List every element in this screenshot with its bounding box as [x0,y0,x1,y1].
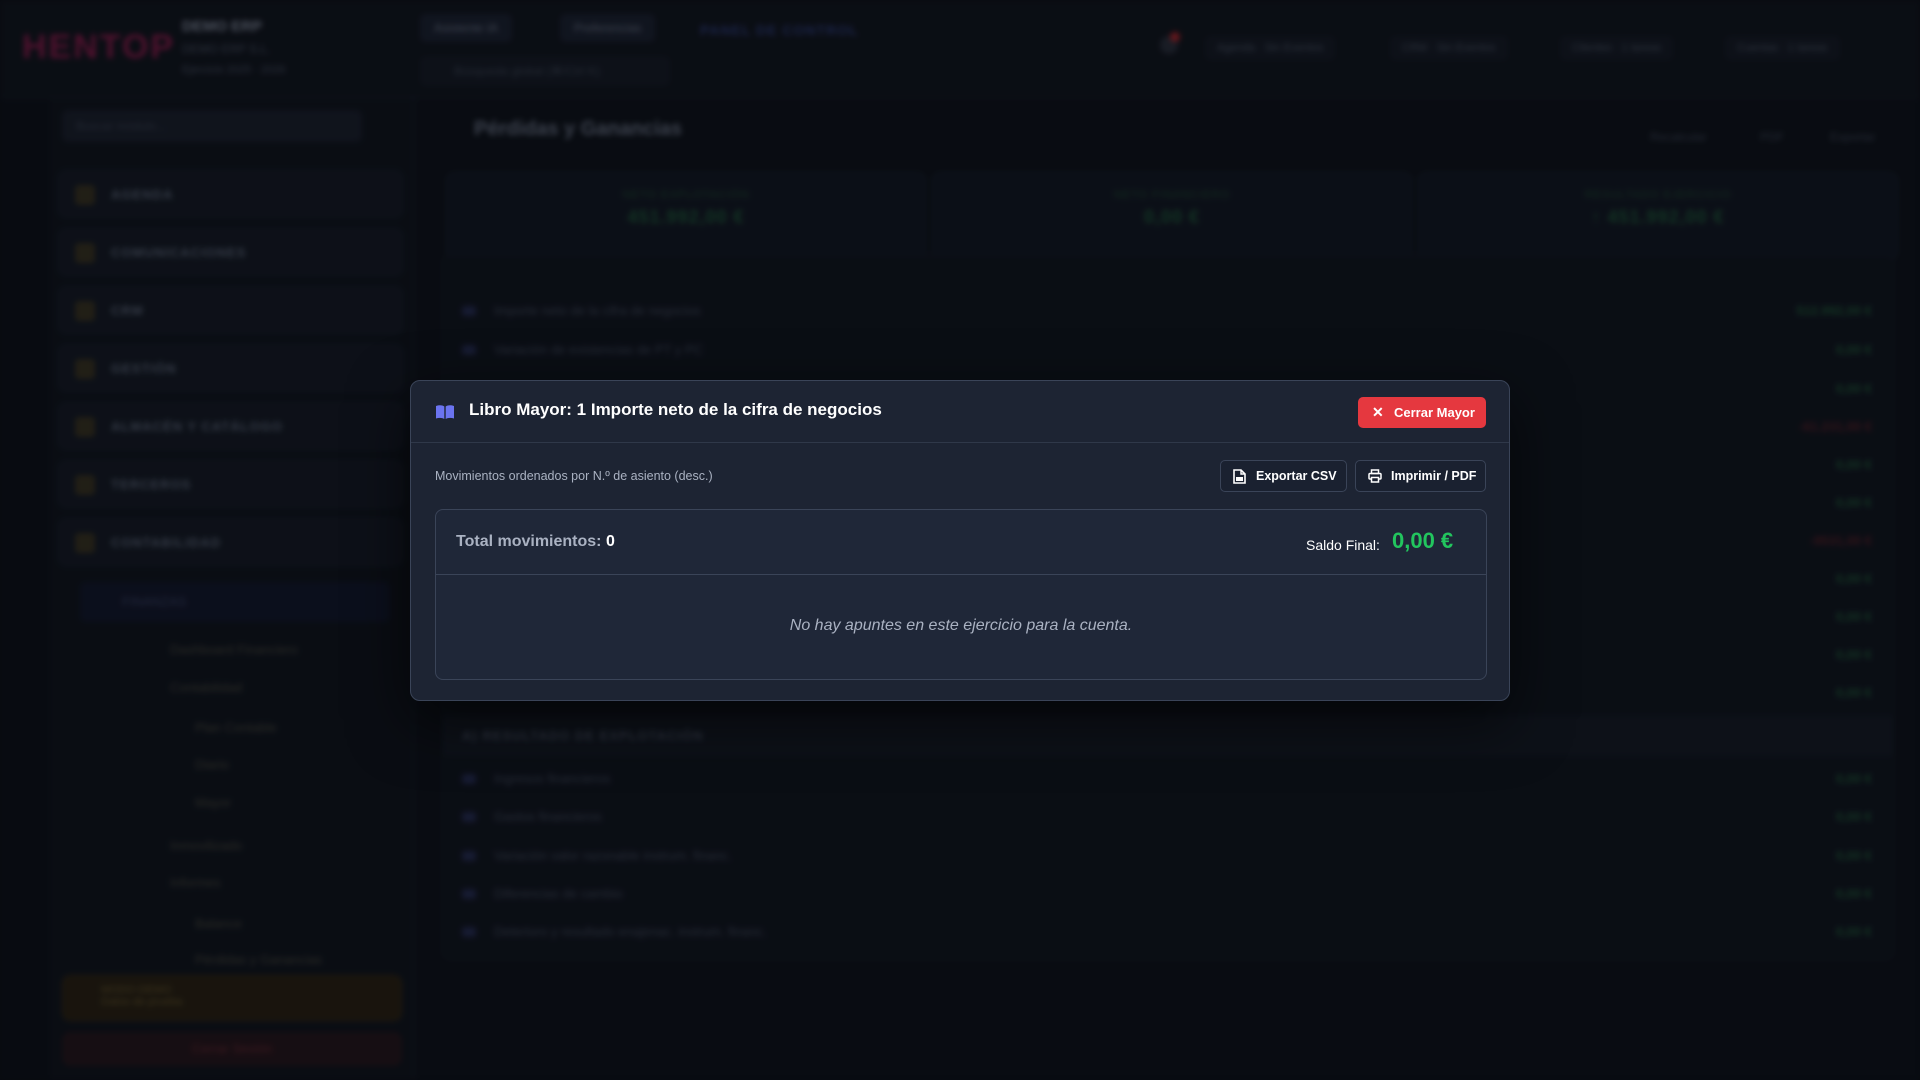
book-open-icon [436,405,454,419]
close-icon: ✕ [1372,404,1384,420]
ledger-panel: Total movimientos: 0 Saldo Final: 0,00 €… [435,509,1487,680]
final-balance-label: Saldo Final: [1306,537,1380,553]
modal-title: Libro Mayor: 1 Importe neto de la cifra … [469,400,882,419]
file-csv-icon [1233,469,1246,484]
ledger-modal: Libro Mayor: 1 Importe neto de la cifra … [410,380,1510,701]
print-pdf-button[interactable]: Imprimir / PDF [1355,460,1486,492]
close-ledger-button[interactable]: ✕ Cerrar Mayor [1358,397,1486,428]
print-pdf-label: Imprimir / PDF [1391,469,1477,483]
empty-state-message: No hay apuntes en este ejercicio para la… [789,617,1133,634]
close-button-label: Cerrar Mayor [1394,405,1475,420]
export-csv-label: Exportar CSV [1256,469,1337,483]
modal-subtitle: Movimientos ordenados por N.º de asiento… [435,469,713,483]
total-movements-label: Total movimientos: [456,533,602,550]
ledger-summary: Total movimientos: 0 Saldo Final: 0,00 € [436,510,1486,575]
total-movements-value: 0 [605,533,615,550]
export-csv-button[interactable]: Exportar CSV [1220,460,1347,492]
total-movements: Total movimientos: 0 [456,533,615,551]
final-balance-value: 0,00 € [1392,528,1454,553]
printer-icon [1368,469,1382,483]
modal-header: Libro Mayor: 1 Importe neto de la cifra … [411,381,1509,443]
